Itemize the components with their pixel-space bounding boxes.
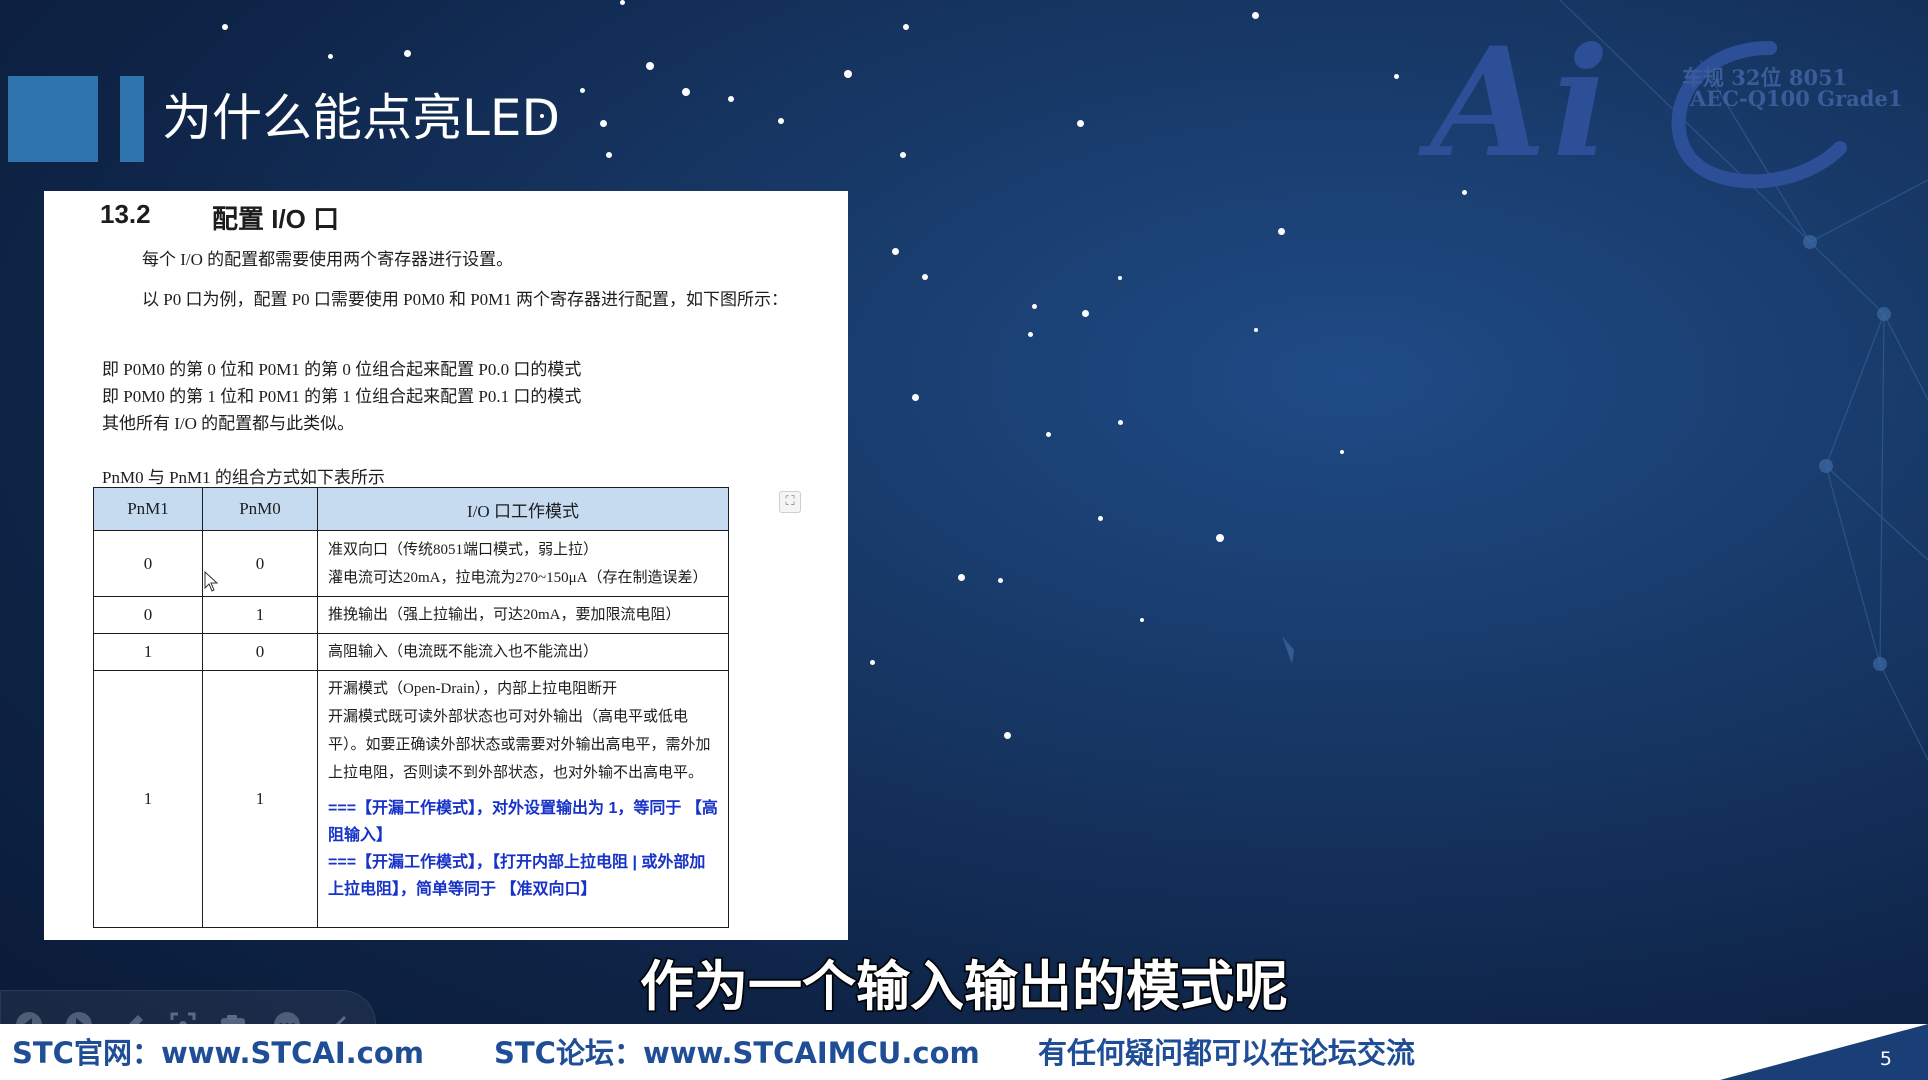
- footer-site-link[interactable]: STC官网：www.STCAI.com: [12, 1036, 424, 1070]
- io-mode-table: PnM1 PnM0 I/O 口工作模式 0 0 准双向口（传统8051端口模式，…: [93, 487, 729, 928]
- mode-line: 开漏模式（Open-Drain），内部上拉电阻断开: [328, 681, 618, 697]
- title-accent-block: [8, 76, 98, 162]
- mode-note: ===【开漏工作模式】，【打开内部上拉电阻 | 或外部加上拉电阻】，简单等同于 …: [328, 854, 706, 898]
- cell-pnm1: 0: [93, 596, 203, 634]
- column-header-pnm1: PnM1: [93, 487, 203, 531]
- mode-line: 高阻输入（电流既不能流入也不能流出）: [328, 644, 599, 660]
- column-header-mode: I/O 口工作模式: [317, 487, 729, 531]
- mode-line: 准双向口（传统8051端口模式，弱上拉）: [328, 541, 599, 558]
- paragraph: 即 P0M0 的第 1 位和 P0M1 的第 1 位组合起来配置 P0.1 口的…: [102, 387, 582, 406]
- cell-mode: 准双向口（传统8051端口模式，弱上拉） 灌电流可达20mA，拉电流为270~1…: [317, 530, 729, 597]
- table-row: 0 1 推挽输出（强上拉输出，可达20mA，要加限流电阻）: [93, 596, 729, 634]
- mode-line: 推挽输出（强上拉输出，可达20mA，要加限流电阻）: [328, 607, 681, 623]
- table-row: 1 1 开漏模式（Open-Drain），内部上拉电阻断开 开漏模式既可读外部状…: [93, 670, 729, 928]
- table-header-row: PnM1 PnM0 I/O 口工作模式: [93, 487, 729, 531]
- expand-icon[interactable]: ⛶: [779, 491, 801, 513]
- cell-mode: 开漏模式（Open-Drain），内部上拉电阻断开 开漏模式既可读外部状态也可对…: [317, 670, 729, 928]
- table-row: 0 0 准双向口（传统8051端口模式，弱上拉） 灌电流可达20mA，拉电流为2…: [93, 530, 729, 597]
- cell-pnm0: 1: [202, 596, 318, 634]
- logo-line-2: AEC-Q100 Grade1: [1690, 86, 1903, 111]
- paragraph: 即 P0M0 的第 0 位和 P0M1 的第 0 位组合起来配置 P0.0 口的…: [102, 360, 582, 379]
- cell-mode: 推挽输出（强上拉输出，可达20mA，要加限流电阻）: [317, 596, 729, 634]
- cell-pnm1: 0: [93, 530, 203, 597]
- cell-pnm0: 0: [202, 633, 318, 671]
- table-caption: PnM0 与 PnM1 的组合方式如下表所示: [102, 468, 385, 487]
- paragraph: 每个 I/O 的配置都需要使用两个寄存器进行设置。: [142, 250, 514, 269]
- paragraph: 其他所有 I/O 的配置都与此类似。: [102, 414, 355, 433]
- section-title: 配置 I/O 口: [212, 204, 340, 234]
- mode-line: 灌电流可达20mA，拉电流为270~150μA（存在制造误差）: [328, 569, 708, 586]
- footer-note: 有任何疑问都可以在论坛交流: [1038, 1036, 1416, 1070]
- paragraph: 以 P0 口为例，配置 P0 口需要使用 P0M0 和 P0M1 两个寄存器进行…: [142, 290, 789, 309]
- ai-logo: Ai: [1430, 15, 1616, 191]
- footer-forum-link[interactable]: STC论坛：www.STCAIMCU.com: [494, 1036, 980, 1070]
- video-subtitle: 作为一个输入输出的模式呢: [639, 954, 1290, 1020]
- slide: 为什么能点亮LED Ai 车规 32位 8051 AEC-Q100 Grade1…: [0, 0, 1928, 1080]
- slide-title: 为什么能点亮LED: [162, 89, 560, 147]
- cell-pnm1: 1: [93, 670, 203, 928]
- mouse-cursor-icon: [204, 571, 219, 592]
- section-number: 13.2: [100, 199, 151, 229]
- cell-pnm0: 1: [202, 670, 318, 928]
- page-number: 5: [1879, 1048, 1892, 1070]
- cell-pnm1: 1: [93, 633, 203, 671]
- cell-mode: 高阻输入（电流既不能流入也不能流出）: [317, 633, 729, 671]
- mode-note: ===【开漏工作模式】，对外设置输出为 1，等同于 【高阻输入】: [328, 800, 718, 844]
- column-header-pnm0: PnM0: [202, 487, 318, 531]
- table-row: 1 0 高阻输入（电流既不能流入也不能流出）: [93, 633, 729, 671]
- document-panel: 13.2 配置 I/O 口 每个 I/O 的配置都需要使用两个寄存器进行设置。 …: [44, 191, 848, 940]
- mode-line: 开漏模式既可读外部状态也可对外输出（高电平或低电平）。如要正确读外部状态或需要对…: [328, 709, 711, 781]
- title-accent-bar: [120, 76, 144, 162]
